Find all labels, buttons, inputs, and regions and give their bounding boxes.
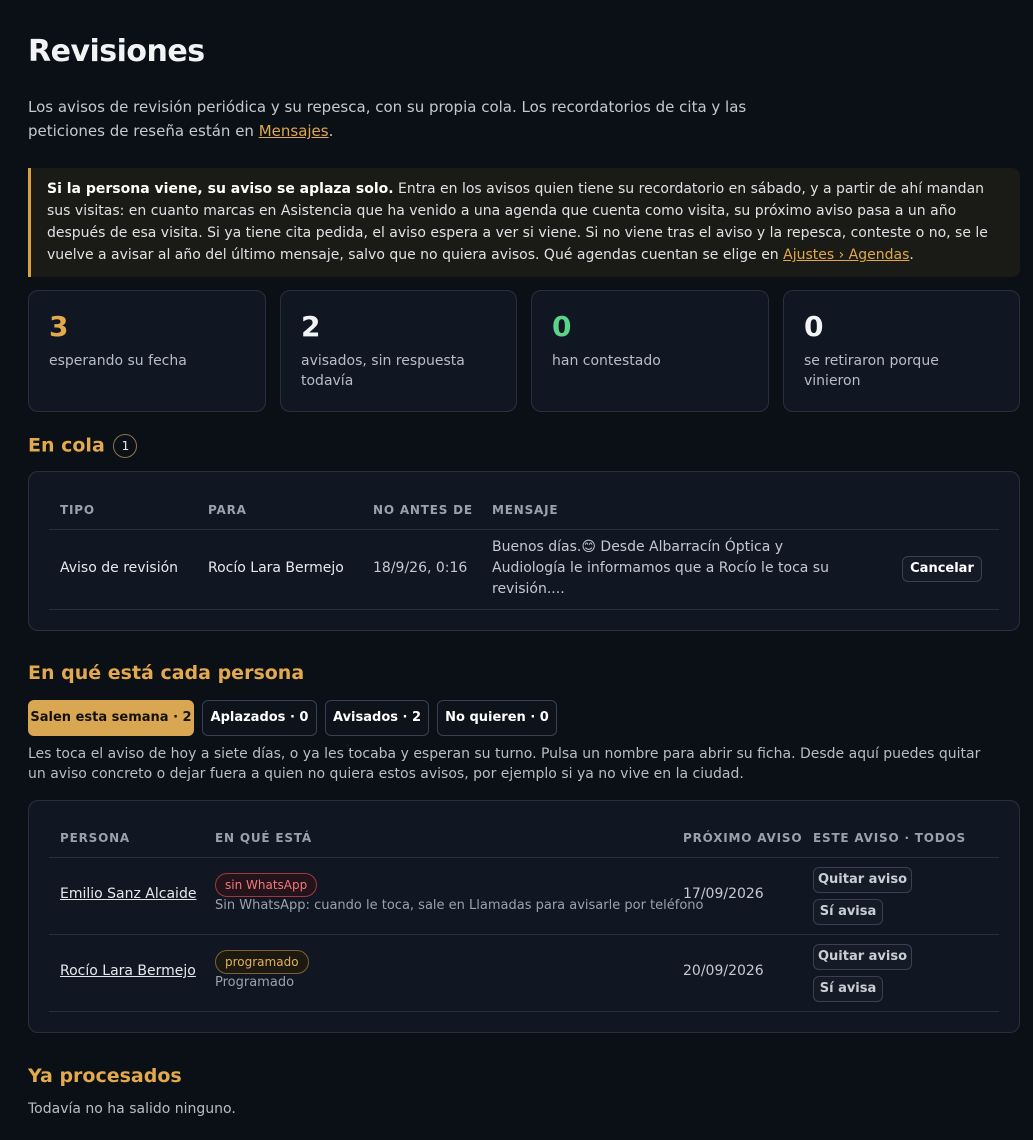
status-badge: programado bbox=[215, 950, 309, 974]
stat-card-avisados: 2 avisados, sin respuesta todavía bbox=[280, 290, 517, 412]
people-header-acciones: ESTE AVISO · TODOS bbox=[813, 831, 966, 845]
queue-count-badge: 1 bbox=[113, 434, 138, 458]
person-link-rocio[interactable]: Rocío Lara Bermejo bbox=[60, 963, 196, 979]
tab-no-quieren[interactable]: No quieren · 0 bbox=[437, 700, 557, 736]
ajustes-agendas-link[interactable]: Ajustes › Agendas bbox=[783, 247, 909, 263]
intro-end: . bbox=[328, 122, 334, 140]
queue-title: En cola bbox=[28, 434, 105, 457]
page-title: Revisiones bbox=[28, 34, 205, 69]
opt-in-button[interactable]: Sí avisa bbox=[813, 976, 883, 1002]
remove-notice-button[interactable]: Quitar aviso bbox=[813, 867, 912, 893]
queue-cell-para: Rocío Lara Bermejo bbox=[208, 560, 344, 576]
intro-text: Los avisos de revisión periódica y su re… bbox=[28, 98, 747, 140]
stat-label: esperando su fecha bbox=[49, 353, 187, 369]
tab-aplazados[interactable]: Aplazados · 0 bbox=[202, 700, 317, 736]
stat-value: 0 bbox=[804, 310, 824, 343]
stat-card-contestado: 0 han contestado bbox=[531, 290, 769, 412]
people-header-persona: PERSONA bbox=[60, 831, 131, 845]
status-cell: sin WhatsApp Sin WhatsApp: cuando le toc… bbox=[215, 873, 703, 913]
queue-card: TIPO PARA NO ANTES DE MENSAJE Aviso de r… bbox=[28, 471, 1020, 631]
divider bbox=[49, 609, 999, 610]
people-header-estado: EN QUÉ ESTÁ bbox=[215, 831, 312, 845]
next-notice-date: 17/09/2026 bbox=[683, 886, 764, 902]
tab-avisados[interactable]: Avisados · 2 bbox=[325, 700, 429, 736]
queue-cell-mensaje: Buenos días.😊 Desde Albarracín Óptica y … bbox=[492, 539, 829, 597]
remove-notice-button[interactable]: Quitar aviso bbox=[813, 944, 912, 970]
stat-label: avisados, sin respuesta todavía bbox=[301, 353, 465, 389]
divider bbox=[49, 529, 999, 530]
opt-in-button[interactable]: Sí avisa bbox=[813, 899, 883, 925]
stat-label: han contestado bbox=[552, 353, 661, 369]
stat-card-esperando: 3 esperando su fecha bbox=[28, 290, 266, 412]
people-section-title: En qué está cada persona bbox=[28, 662, 305, 684]
queue-header-mensaje: MENSAJE bbox=[492, 503, 559, 517]
stat-label: se retiraron porque vinieron bbox=[804, 353, 939, 389]
queue-header-tipo: TIPO bbox=[60, 503, 95, 517]
info-callout: Si la persona viene, su aviso se aplaza … bbox=[28, 168, 1020, 277]
queue-header-para: PARA bbox=[208, 503, 247, 517]
cancel-button[interactable]: Cancelar bbox=[902, 556, 982, 582]
divider bbox=[49, 857, 999, 858]
processed-empty-text: Todavía no ha salido ninguno. bbox=[28, 1101, 236, 1117]
divider bbox=[49, 934, 999, 935]
queue-cell-no-antes: 18/9/26, 0:16 bbox=[373, 560, 468, 576]
queue-section-title: En cola 1 bbox=[28, 434, 138, 458]
queue-cell-tipo: Aviso de revisión bbox=[60, 560, 179, 576]
status-detail: Sin WhatsApp: cuando le toca, sale en Ll… bbox=[215, 898, 704, 913]
stat-value: 2 bbox=[301, 310, 321, 343]
status-detail: Programado bbox=[215, 975, 295, 990]
person-link-emilio[interactable]: Emilio Sanz Alcaide bbox=[60, 886, 196, 902]
queue-header-no-antes: NO ANTES DE bbox=[373, 503, 473, 517]
stat-card-retiraron: 0 se retiraron porque vinieron bbox=[783, 290, 1020, 412]
tab-salen-esta-semana[interactable]: Salen esta semana · 2 bbox=[28, 700, 194, 736]
page-intro: Los avisos de revisión periódica y su re… bbox=[28, 95, 808, 143]
processed-section-title: Ya procesados bbox=[28, 1065, 182, 1087]
callout-bold: Si la persona viene, su aviso se aplaza … bbox=[47, 181, 394, 197]
stat-value: 0 bbox=[552, 310, 572, 343]
next-notice-date: 20/09/2026 bbox=[683, 963, 764, 979]
divider bbox=[49, 1011, 999, 1012]
stat-value: 3 bbox=[49, 310, 69, 343]
people-card: PERSONA EN QUÉ ESTÁ PRÓXIMO AVISO ESTE A… bbox=[28, 800, 1020, 1033]
mensajes-link[interactable]: Mensajes bbox=[259, 122, 329, 140]
status-cell: programado Programado bbox=[215, 950, 309, 990]
status-badge: sin WhatsApp bbox=[215, 873, 318, 897]
callout-end: . bbox=[909, 247, 914, 263]
people-description: Les toca el aviso de hoy a siete días, o… bbox=[28, 746, 981, 782]
people-header-proximo: PRÓXIMO AVISO bbox=[683, 831, 803, 845]
